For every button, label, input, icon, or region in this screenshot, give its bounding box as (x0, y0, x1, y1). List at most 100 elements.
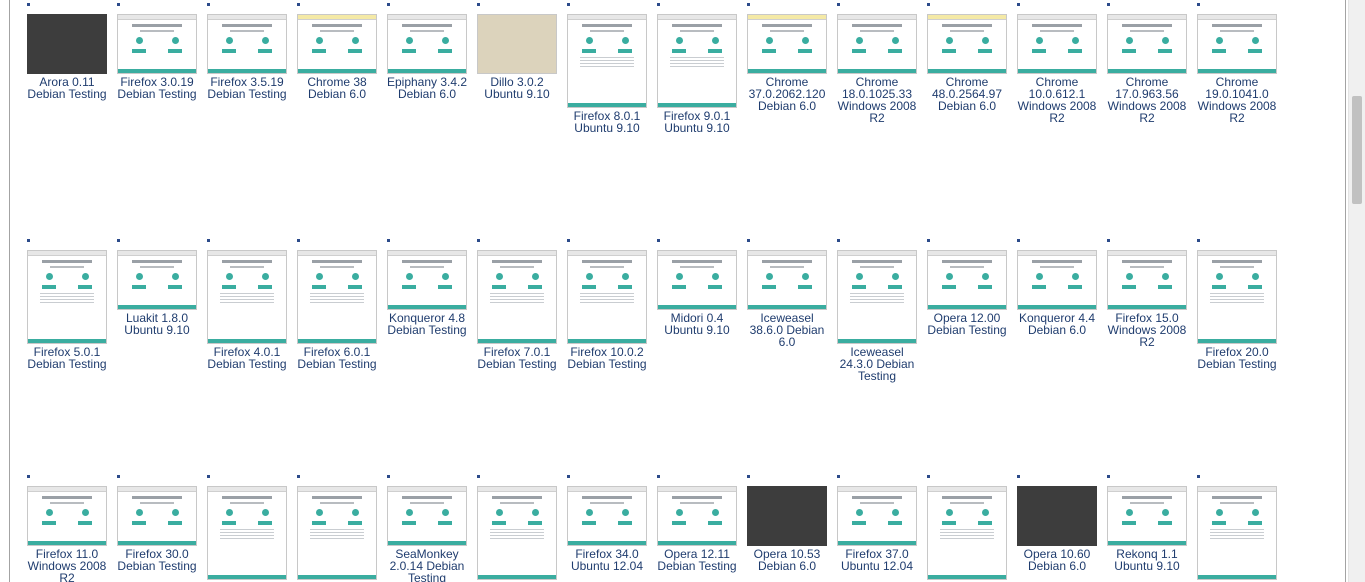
caption-line3: Debian 6.0 (937, 99, 997, 113)
list-bullet-icon (567, 239, 570, 242)
browser-caption: Firefox 20.0 Debian Testing (1193, 346, 1281, 370)
list-bullet-icon (1107, 239, 1110, 242)
list-bullet-icon (27, 239, 30, 242)
browser-caption: Chrome 18.0.1025.33 Windows 2008 R2 (833, 76, 921, 124)
browser-screenshot-thumbnail[interactable] (477, 486, 557, 580)
list-bullet-icon (1197, 475, 1200, 478)
browser-screenshot-thumbnail[interactable] (1107, 14, 1187, 74)
browser-screenshot-thumbnail[interactable] (387, 14, 467, 74)
caption-line2: Debian Testing (567, 357, 647, 371)
caption-line2: Debian Testing (387, 323, 467, 337)
browser-screenshot-thumbnail[interactable] (1197, 14, 1277, 74)
browser-screenshot-thumbnail[interactable] (207, 486, 287, 580)
browser-caption: Chrome 37.0.2062.120 Debian 6.0 (743, 76, 831, 112)
caption-line2: Debian Testing (1197, 357, 1277, 371)
caption-line2: Ubuntu 12.04 (570, 559, 644, 573)
list-bullet-icon (117, 3, 120, 6)
browser-screenshot-thumbnail[interactable] (1017, 14, 1097, 74)
browser-caption: Firefox 3.5.19 Debian Testing (203, 76, 291, 100)
browser-caption: Rekonq 1.1 Ubuntu 9.10 (1103, 548, 1191, 572)
browser-screenshot-thumbnail[interactable] (1107, 250, 1187, 310)
browser-screenshot-thumbnail[interactable] (387, 250, 467, 310)
list-bullet-icon (747, 475, 750, 478)
browser-screenshot-thumbnail[interactable] (657, 14, 737, 108)
browser-caption: Firefox 4.0.1 Debian Testing (203, 346, 291, 370)
browser-caption: Firefox 3.0.19 Debian Testing (113, 76, 201, 100)
browser-screenshot-thumbnail[interactable] (297, 250, 377, 344)
browser-caption: Opera 12.11 Debian Testing (653, 548, 741, 572)
browser-screenshot-thumbnail[interactable] (1197, 486, 1277, 580)
browser-caption: SeaMonkey 2.0.14 Debian Testing (383, 548, 471, 582)
caption-line2: Ubuntu 9.10 (664, 121, 730, 135)
list-bullet-icon (207, 3, 210, 6)
caption-line2: Debian Testing (117, 87, 197, 101)
caption-line2: Debian Testing (117, 559, 197, 573)
caption-line2: Debian Testing (207, 357, 287, 371)
browser-screenshot-thumbnail[interactable] (747, 14, 827, 74)
browser-caption: Firefox 8.0.1 Ubuntu 9.10 (563, 110, 651, 134)
caption-line3: R2 (59, 571, 75, 582)
browser-screenshot-thumbnail[interactable] (567, 486, 647, 546)
scrollbar-thumb[interactable] (1352, 96, 1362, 204)
vertical-scrollbar[interactable] (1348, 0, 1365, 582)
browser-caption: Epiphany 3.4.2 Debian 6.0 (383, 76, 471, 100)
browser-screenshot-thumbnail[interactable] (927, 250, 1007, 310)
caption-line2: Debian Testing (207, 87, 287, 101)
browser-screenshot-thumbnail[interactable] (657, 486, 737, 546)
browser-screenshot-thumbnail[interactable] (837, 486, 917, 546)
browser-screenshot-thumbnail[interactable] (387, 486, 467, 546)
list-bullet-icon (657, 3, 660, 6)
browser-screenshot-thumbnail[interactable] (477, 250, 557, 344)
list-bullet-icon (207, 239, 210, 242)
browser-caption: Firefox 5.0.1 Debian Testing (23, 346, 111, 370)
list-bullet-icon (1017, 239, 1020, 242)
caption-line3: Testing (407, 571, 447, 582)
browser-caption: Firefox 30.0 Debian Testing (113, 548, 201, 572)
caption-line2: Debian 6.0 (1027, 323, 1087, 337)
browser-screenshot-thumbnail[interactable] (747, 486, 827, 546)
list-bullet-icon (387, 3, 390, 6)
caption-line2: Debian 6.0 (757, 559, 817, 573)
browser-screenshot-thumbnail[interactable] (837, 250, 917, 344)
browser-screenshot-thumbnail[interactable] (117, 250, 197, 310)
browser-caption: Firefox 15.0 Windows 2008 R2 (1103, 312, 1191, 348)
browser-screenshot-thumbnail[interactable] (27, 250, 107, 344)
list-bullet-icon (1107, 475, 1110, 478)
browser-screenshot-thumbnail[interactable] (27, 14, 107, 74)
list-bullet-icon (1197, 3, 1200, 6)
browser-screenshot-thumbnail[interactable] (207, 250, 287, 344)
list-bullet-icon (1017, 3, 1020, 6)
browser-screenshot-thumbnail[interactable] (1017, 486, 1097, 546)
list-bullet-icon (657, 475, 660, 478)
browser-caption: Opera 10.60 Debian 6.0 (1013, 548, 1101, 572)
browser-caption: Iceweasel 24.3.0 Debian Testing (833, 346, 921, 382)
list-bullet-icon (1017, 475, 1020, 478)
browser-screenshot-thumbnail[interactable] (117, 486, 197, 546)
list-bullet-icon (207, 475, 210, 478)
browser-screenshot-thumbnail[interactable] (567, 250, 647, 344)
browser-caption: Firefox 9.0.1 Ubuntu 9.10 (653, 110, 741, 134)
browser-screenshot-thumbnail[interactable] (927, 486, 1007, 580)
list-bullet-icon (27, 3, 30, 6)
caption-line2: Ubuntu 9.10 (1114, 559, 1180, 573)
browser-screenshot-thumbnail[interactable] (27, 486, 107, 546)
list-bullet-icon (117, 239, 120, 242)
browser-screenshot-thumbnail[interactable] (927, 14, 1007, 74)
browser-screenshot-thumbnail[interactable] (747, 250, 827, 310)
browser-screenshot-thumbnail[interactable] (207, 14, 287, 74)
caption-line3: Debian 6.0 (757, 99, 817, 113)
browser-screenshot-thumbnail[interactable] (117, 14, 197, 74)
caption-line2: Debian 6.0 (1027, 559, 1087, 573)
browser-screenshot-thumbnail[interactable] (837, 14, 917, 74)
browser-screenshot-thumbnail[interactable] (1107, 486, 1187, 546)
browser-screenshot-thumbnail[interactable] (297, 14, 377, 74)
browser-screenshot-thumbnail[interactable] (1197, 250, 1277, 344)
browser-screenshot-thumbnail[interactable] (1017, 250, 1097, 310)
browser-screenshot-thumbnail[interactable] (567, 14, 647, 108)
browser-screenshot-thumbnail[interactable] (477, 14, 557, 74)
caption-line2: Ubuntu 9.10 (124, 323, 190, 337)
browser-caption: Dillo 3.0.2 Ubuntu 9.10 (473, 76, 561, 100)
browser-screenshot-thumbnail[interactable] (657, 250, 737, 310)
caption-line3: Windows 2008 R2 (1017, 99, 1097, 125)
browser-screenshot-thumbnail[interactable] (297, 486, 377, 580)
